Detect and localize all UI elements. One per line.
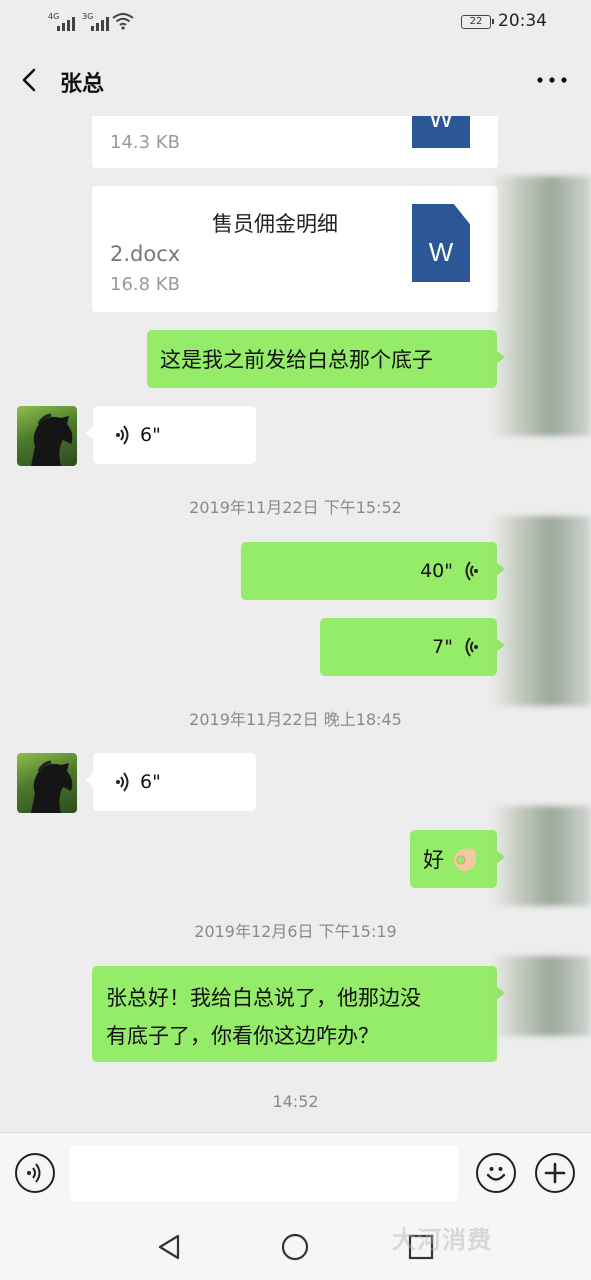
timestamp: 2019年12月6日 下午15:19 <box>194 922 397 941</box>
message-list[interactable]: docx 14.3 KB W 售员佣金明细 2.docx 16.8 KB W 这… <box>0 116 591 1132</box>
more-dots-icon[interactable] <box>535 68 569 92</box>
avatar[interactable] <box>17 406 77 466</box>
voice-icon <box>116 772 129 792</box>
timestamp: 2019年11月22日 下午15:52 <box>189 498 402 517</box>
voice-icon <box>116 425 129 445</box>
message-text-line1: 张总好！我给白总说了，他那边没 <box>106 986 421 1010</box>
message-input[interactable] <box>70 1145 458 1201</box>
chat-header: 张总 <box>0 44 591 116</box>
word-file-icon: W <box>412 116 470 148</box>
smiley-icon <box>486 1167 506 1181</box>
voice-duration: 7" <box>432 636 453 658</box>
sent-text-bubble[interactable]: 张总好！我给白总说了，他那边没 有底子了，你看你这边咋办？ <box>92 966 505 1062</box>
message-text: 好 <box>423 848 444 872</box>
sent-voice-bubble[interactable]: 40" <box>241 542 505 600</box>
input-bar <box>0 1132 591 1212</box>
battery-icon: 22 <box>461 15 494 29</box>
status-time: 20:34 <box>498 11 547 31</box>
voice-duration: 40" <box>420 560 453 582</box>
file-size: 14.3 KB <box>110 132 180 153</box>
redaction-blur <box>491 176 591 436</box>
file-name-line2: 2.docx <box>110 242 181 266</box>
watermark: 大河消费 <box>392 1226 492 1254</box>
timestamp: 2019年11月22日 晚上18:45 <box>189 710 402 729</box>
avatar[interactable] <box>17 753 77 813</box>
chevron-left-icon[interactable] <box>14 62 48 98</box>
signal-3g-icon: 3G <box>82 12 110 31</box>
received-voice-bubble[interactable]: 6" <box>85 406 256 464</box>
chat-title: 张总 <box>60 72 105 97</box>
redaction-blur <box>491 806 591 906</box>
status-bar: 4G 3G 22 20:34 <box>0 0 591 44</box>
redaction-blur <box>491 956 591 1036</box>
message-text-line2: 有底子了，你看你这边咋办？ <box>106 1024 379 1048</box>
plus-button[interactable] <box>535 1153 575 1193</box>
file-name: docx <box>110 116 160 118</box>
voice-input-button[interactable] <box>15 1153 55 1193</box>
horse-icon <box>31 413 73 466</box>
voice-icon <box>465 637 478 657</box>
emoji-button[interactable] <box>476 1153 516 1193</box>
word-file-icon: W <box>412 204 470 282</box>
nav-back-icon[interactable] <box>154 1232 184 1262</box>
file-message[interactable]: docx 14.3 KB W <box>92 116 498 168</box>
sent-voice-bubble[interactable]: 7" <box>320 618 505 676</box>
received-voice-bubble[interactable]: 6" <box>85 753 256 811</box>
horse-icon <box>31 760 73 813</box>
nav-home-icon[interactable] <box>280 1232 310 1262</box>
redaction-blur <box>491 516 591 706</box>
wifi-icon <box>112 13 134 30</box>
ok-hand-emoji-icon <box>454 847 476 871</box>
voice-duration: 6" <box>140 424 161 446</box>
sent-text-bubble[interactable]: 这是我之前发给白总那个底子 <box>147 330 505 388</box>
file-size: 16.8 KB <box>110 274 180 295</box>
system-nav-bar: 大河消费 <box>0 1212 591 1280</box>
signal-4g-icon: 4G <box>48 12 76 31</box>
message-text: 这是我之前发给白总那个底子 <box>160 348 433 372</box>
plus-icon <box>544 1162 566 1184</box>
voice-icon <box>465 561 478 581</box>
voice-icon <box>27 1163 41 1183</box>
file-name: 售员佣金明细 <box>212 212 338 236</box>
voice-duration: 6" <box>140 771 161 793</box>
timestamp: 14:52 <box>272 1092 319 1111</box>
sent-text-bubble[interactable]: 好 <box>410 830 505 888</box>
file-message[interactable]: 售员佣金明细 2.docx 16.8 KB W <box>92 186 498 312</box>
